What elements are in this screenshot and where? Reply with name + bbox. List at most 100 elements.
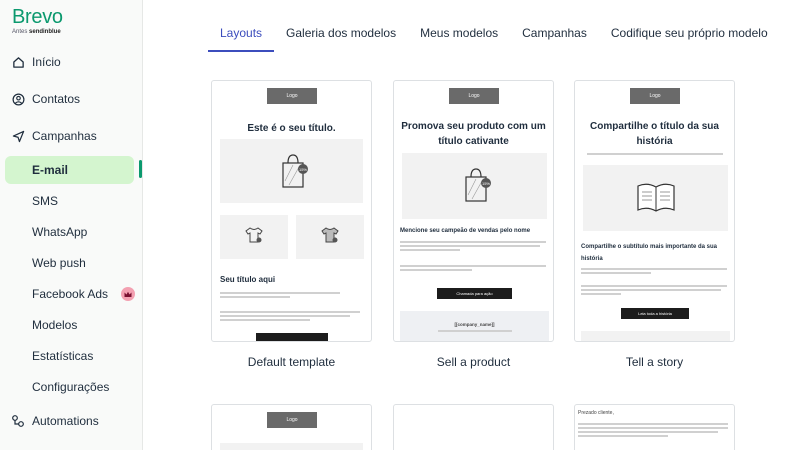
template-logo-placeholder: Logo (267, 412, 317, 428)
text-line-placeholder (581, 293, 621, 295)
text-line-placeholder (220, 296, 290, 298)
sidebar-item-label: WhatsApp (32, 225, 88, 239)
template-image-placeholder: 15% (402, 153, 547, 219)
tab-codifique-seu-proprio-modelo[interactable]: Codifique seu próprio modelo (609, 22, 770, 52)
template-card-default[interactable]: Logo Este é o seu título. 15% Seu título (211, 80, 372, 342)
shopping-bag-icon: 15% (465, 168, 491, 202)
text-line-placeholder (578, 427, 728, 429)
product-image-placeholder (220, 215, 288, 259)
sidebar-item-facebook-ads[interactable]: Facebook Ads (0, 280, 143, 308)
sidebar-item-email[interactable]: E-mail (5, 156, 134, 184)
active-indicator (139, 160, 142, 178)
sidebar-item-label: Início (32, 55, 61, 69)
text-line-placeholder (400, 245, 540, 247)
tab-campanhas[interactable]: Campanhas (520, 22, 589, 52)
template-logo-placeholder: Logo (267, 88, 317, 104)
text-line-placeholder (587, 153, 723, 155)
text-line-placeholder (438, 330, 512, 332)
sidebar-item-label: Estatísticas (32, 349, 94, 363)
text-line-placeholder (581, 285, 727, 287)
text-line-placeholder (220, 311, 360, 313)
template-subtitle: Seu título aqui (220, 275, 276, 284)
sidebar: Brevo Antes sendinblue Início Contatos C… (0, 0, 143, 450)
tab-galeria-dos-modelos[interactable]: Galeria dos modelos (284, 22, 398, 52)
svg-text:15%: 15% (299, 167, 307, 172)
send-icon (11, 129, 25, 143)
template-tabs: Layouts Galeria dos modelos Meus modelos… (208, 22, 790, 52)
sidebar-item-label: Facebook Ads (32, 287, 109, 301)
product-image-placeholder (296, 215, 364, 259)
sidebar-item-label: Web push (32, 256, 86, 270)
template-title: Compartilhe o título da sua história (590, 121, 719, 147)
template-footer (581, 331, 730, 341)
automation-icon (11, 414, 25, 428)
crown-badge-icon (121, 287, 136, 301)
template-name: Sell a product (436, 355, 511, 369)
template-name: Tell a story (625, 355, 684, 369)
sidebar-item-whatsapp[interactable]: WhatsApp (0, 218, 143, 246)
svg-text:15%: 15% (482, 181, 490, 186)
template-title: Este é o seu título. (247, 123, 336, 134)
template-cta-button: Leia toda a história (621, 308, 689, 319)
text-line-placeholder (578, 431, 718, 433)
brand-name: Brevo (12, 6, 63, 28)
template-subtitle: Mencione seu campeão de vendas pelo nome (400, 228, 531, 234)
template-name: Default template (247, 355, 336, 369)
template-image-placeholder (220, 443, 363, 450)
sidebar-item-label: Configurações (32, 380, 110, 394)
sidebar-item-estatisticas[interactable]: Estatísticas (0, 342, 143, 370)
template-card[interactable]: Prezado cliente, (574, 404, 735, 450)
template-logo-placeholder: Logo (630, 88, 680, 104)
text-line-placeholder (400, 241, 546, 243)
text-line-placeholder (400, 249, 460, 251)
template-logo-placeholder: Logo (449, 88, 499, 104)
sidebar-item-campanhas[interactable]: Campanhas (0, 122, 143, 150)
template-card-tell-a-story[interactable]: Logo Compartilhe o título da sua históri… (574, 80, 735, 342)
brand-logo[interactable]: Brevo Antes sendinblue (12, 6, 63, 35)
tab-layouts[interactable]: Layouts (208, 22, 275, 52)
sidebar-item-label: Modelos (32, 318, 78, 332)
home-icon (11, 55, 25, 69)
sidebar-item-label: E-mail (32, 163, 69, 177)
sidebar-item-label: Automations (32, 414, 99, 428)
text-line-placeholder (581, 272, 651, 274)
sidebar-item-inicio[interactable]: Início (0, 48, 143, 76)
tshirt-icon (321, 227, 339, 243)
user-circle-icon (11, 92, 25, 106)
sidebar-item-label: Contatos (32, 92, 81, 106)
template-footer: [[company_name]] (400, 311, 549, 341)
text-line-placeholder (578, 423, 728, 425)
template-title: Promova seu produto com um título cativa… (401, 121, 546, 147)
open-book-icon (637, 183, 675, 212)
sidebar-item-sms[interactable]: SMS (0, 187, 143, 215)
text-line-placeholder (400, 265, 546, 267)
text-line-placeholder (220, 292, 340, 294)
sidebar-item-contatos[interactable]: Contatos (0, 85, 143, 113)
template-subtitle: Compartilhe o subtítulo mais importante … (581, 244, 718, 262)
company-name-placeholder: [[company_name]] (454, 322, 495, 327)
template-cta-button (256, 333, 328, 341)
template-image-placeholder (583, 165, 728, 231)
template-card[interactable]: Logo (211, 404, 372, 450)
sidebar-item-label: SMS (32, 194, 59, 208)
template-cta-button: Chamada para ação (437, 288, 512, 299)
text-line-placeholder (220, 315, 350, 317)
sidebar-item-label: Campanhas (32, 129, 97, 143)
tshirt-icon (245, 227, 263, 243)
brand-formerly: Antes sendinblue (12, 29, 63, 35)
text-line-placeholder (581, 289, 721, 291)
text-line-placeholder (220, 319, 310, 321)
sidebar-item-automations[interactable]: Automations (0, 407, 143, 435)
template-greeting: Prezado cliente, (578, 410, 614, 416)
sidebar-item-web-push[interactable]: Web push (0, 249, 143, 277)
app-window: Brevo Antes sendinblue Início Contatos C… (0, 0, 800, 450)
text-line-placeholder (400, 269, 472, 271)
sidebar-item-modelos[interactable]: Modelos (0, 311, 143, 339)
brand-formerly-prefix: Antes (12, 29, 28, 35)
template-card[interactable] (393, 404, 554, 450)
template-image-placeholder: 15% (220, 139, 363, 203)
tab-meus-modelos[interactable]: Meus modelos (418, 22, 500, 52)
sidebar-item-configuracoes[interactable]: Configurações (0, 373, 143, 401)
template-card-sell-a-product[interactable]: Logo Promova seu produto com um título c… (393, 80, 554, 342)
text-line-placeholder (581, 268, 727, 270)
